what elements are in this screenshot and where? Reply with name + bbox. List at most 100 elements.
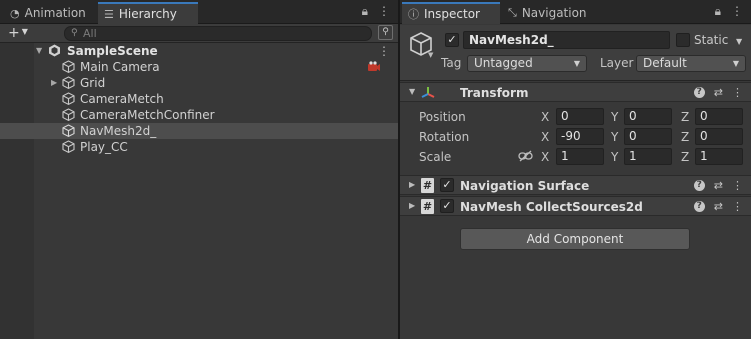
hierarchy-icon: ☰ bbox=[104, 7, 114, 21]
component-enabled-checkbox[interactable]: ✓ bbox=[440, 178, 454, 192]
list-item[interactable]: CameraMetchConfiner bbox=[0, 107, 398, 123]
preset-icon[interactable]: ⇄ bbox=[714, 179, 723, 192]
search-filter-button[interactable]: ⚲ bbox=[378, 25, 393, 40]
object-name-field[interactable]: NavMesh2d_ bbox=[463, 31, 670, 49]
expand-arrow-icon[interactable]: ▼ bbox=[36, 43, 42, 59]
script-icon: # bbox=[421, 199, 434, 214]
rotation-label: Rotation bbox=[419, 130, 470, 144]
gameobject-cube-icon bbox=[62, 108, 75, 121]
layer-value: Default bbox=[643, 56, 687, 70]
axis-y-label[interactable]: Y bbox=[611, 150, 618, 164]
more-menu-icon[interactable]: ⋮ bbox=[731, 4, 743, 19]
list-item[interactable]: Main Camera bbox=[0, 59, 398, 75]
static-dropdown-icon[interactable]: ▼ bbox=[736, 37, 742, 46]
scale-label: Scale bbox=[419, 150, 452, 164]
list-item[interactable]: ▶ Grid bbox=[0, 75, 398, 91]
tab-animation[interactable]: ◔ Animation bbox=[4, 2, 96, 24]
camera-gizmo-icon[interactable] bbox=[367, 61, 381, 73]
tab-navigation-label: Navigation bbox=[521, 6, 587, 20]
list-item-label: Play_CC bbox=[80, 140, 128, 154]
fold-arrow-icon[interactable]: ▶ bbox=[409, 201, 415, 210]
component-title: Navigation Surface bbox=[460, 179, 590, 193]
list-item[interactable]: Play_CC bbox=[0, 139, 398, 155]
object-header: ▼ ✓ NavMesh2d_ Static ▼ Tag Untagged ▼ L… bbox=[400, 25, 751, 81]
list-item-label: CameraMetch bbox=[80, 92, 164, 106]
tag-dropdown[interactable]: Untagged ▼ bbox=[467, 55, 587, 72]
static-label: Static bbox=[694, 33, 729, 47]
chevron-down-icon: ▼ bbox=[573, 59, 580, 68]
expand-arrow-icon[interactable]: ▶ bbox=[51, 75, 57, 91]
gameobject-cube-icon bbox=[62, 124, 75, 137]
script-icon: # bbox=[421, 178, 434, 193]
help-icon[interactable]: ? bbox=[693, 201, 705, 212]
axis-x-label[interactable]: X bbox=[541, 150, 549, 164]
transform-axes-icon bbox=[421, 87, 435, 98]
rotation-z-field[interactable]: 0 bbox=[695, 128, 743, 145]
tab-hierarchy[interactable]: ☰ Hierarchy bbox=[98, 2, 198, 24]
navigation-surface-component-header[interactable]: ▶ # ✓ Navigation Surface ? ⇄ ⋮ bbox=[400, 175, 751, 195]
component-title: NavMesh CollectSources2d bbox=[460, 200, 643, 214]
add-component-button[interactable]: Add Component bbox=[460, 228, 690, 250]
constrain-proportions-icon[interactable] bbox=[518, 150, 533, 162]
component-enabled-checkbox[interactable]: ✓ bbox=[440, 199, 454, 213]
position-x-field[interactable]: 0 bbox=[556, 108, 604, 125]
fold-arrow-icon[interactable]: ▶ bbox=[409, 180, 415, 189]
list-item-label: Grid bbox=[80, 76, 106, 90]
list-item-selected[interactable]: NavMesh2d_ bbox=[0, 123, 398, 139]
left-tab-bar: ◔ Animation ☰ Hierarchy 🔒︎ ⋮ bbox=[0, 0, 398, 24]
layer-dropdown[interactable]: Default ▼ bbox=[636, 55, 746, 72]
axis-y-label[interactable]: Y bbox=[611, 130, 618, 144]
scale-z-field[interactable]: 1 bbox=[695, 148, 743, 165]
position-y-field[interactable]: 0 bbox=[624, 108, 672, 125]
position-z-field[interactable]: 0 bbox=[695, 108, 743, 125]
transform-component-header[interactable]: ▼ Transform ? ⇄ ⋮ bbox=[400, 82, 751, 102]
component-menu-icon[interactable]: ⋮ bbox=[732, 179, 743, 192]
scale-y-field[interactable]: 1 bbox=[624, 148, 672, 165]
more-menu-icon[interactable]: ⋮ bbox=[378, 4, 390, 19]
preset-icon[interactable]: ⇄ bbox=[714, 86, 723, 99]
component-menu-icon[interactable]: ⋮ bbox=[732, 200, 743, 213]
animation-icon: ◔ bbox=[10, 6, 20, 20]
tag-value: Untagged bbox=[474, 56, 533, 70]
rotation-y-field[interactable]: 0 bbox=[624, 128, 672, 145]
layer-label: Layer bbox=[600, 56, 634, 70]
navmesh-collectsources-component-header[interactable]: ▶ # ✓ NavMesh CollectSources2d ? ⇄ ⋮ bbox=[400, 196, 751, 216]
axis-x-label[interactable]: X bbox=[541, 110, 549, 124]
lock-icon[interactable]: 🔒︎ bbox=[715, 4, 721, 19]
scene-row[interactable]: ▼ SampleScene ⋮ bbox=[0, 43, 398, 59]
active-checkbox[interactable]: ✓ bbox=[445, 33, 459, 47]
fold-arrow-icon[interactable]: ▼ bbox=[409, 87, 415, 96]
gameobject-cube-icon bbox=[62, 76, 75, 89]
axis-y-label[interactable]: Y bbox=[611, 110, 618, 124]
component-menu-icon[interactable]: ⋮ bbox=[732, 86, 743, 99]
search-placeholder: All bbox=[83, 27, 97, 40]
tab-inspector[interactable]: ⓘ Inspector bbox=[402, 2, 500, 24]
gameobject-cube-icon bbox=[62, 92, 75, 105]
hierarchy-search-input[interactable]: ⚲ All bbox=[64, 26, 372, 41]
help-icon[interactable]: ? bbox=[693, 180, 705, 191]
axis-z-label[interactable]: Z bbox=[681, 130, 689, 144]
axis-z-label[interactable]: Z bbox=[681, 150, 689, 164]
scene-menu-icon[interactable]: ⋮ bbox=[378, 43, 390, 59]
right-tab-bar: ⓘ Inspector ⤡ Navigation 🔒︎ ⋮ bbox=[400, 0, 751, 24]
rotation-x-field[interactable]: -90 bbox=[556, 128, 604, 145]
scale-x-field[interactable]: 1 bbox=[556, 148, 604, 165]
help-icon[interactable]: ? bbox=[693, 87, 705, 98]
preset-icon[interactable]: ⇄ bbox=[714, 200, 723, 213]
navigation-icon: ⤡ bbox=[508, 6, 517, 19]
static-checkbox[interactable] bbox=[676, 33, 690, 47]
transform-title: Transform bbox=[460, 86, 529, 100]
axis-x-label[interactable]: X bbox=[541, 130, 549, 144]
tab-hierarchy-label: Hierarchy bbox=[118, 7, 177, 21]
chevron-down-icon: ▼ bbox=[732, 59, 739, 68]
info-icon: ⓘ bbox=[408, 8, 419, 21]
axis-z-label[interactable]: Z bbox=[681, 110, 689, 124]
tab-inspector-label: Inspector bbox=[424, 7, 480, 21]
tag-label: Tag bbox=[441, 56, 462, 70]
lock-icon[interactable]: 🔒︎ bbox=[362, 4, 368, 19]
list-item[interactable]: CameraMetch bbox=[0, 91, 398, 107]
scene-label: SampleScene bbox=[67, 44, 158, 58]
search-icon: ⚲ bbox=[71, 28, 78, 38]
tab-navigation[interactable]: ⤡ Navigation bbox=[502, 2, 612, 24]
create-button[interactable]: + ▼ bbox=[8, 25, 28, 41]
